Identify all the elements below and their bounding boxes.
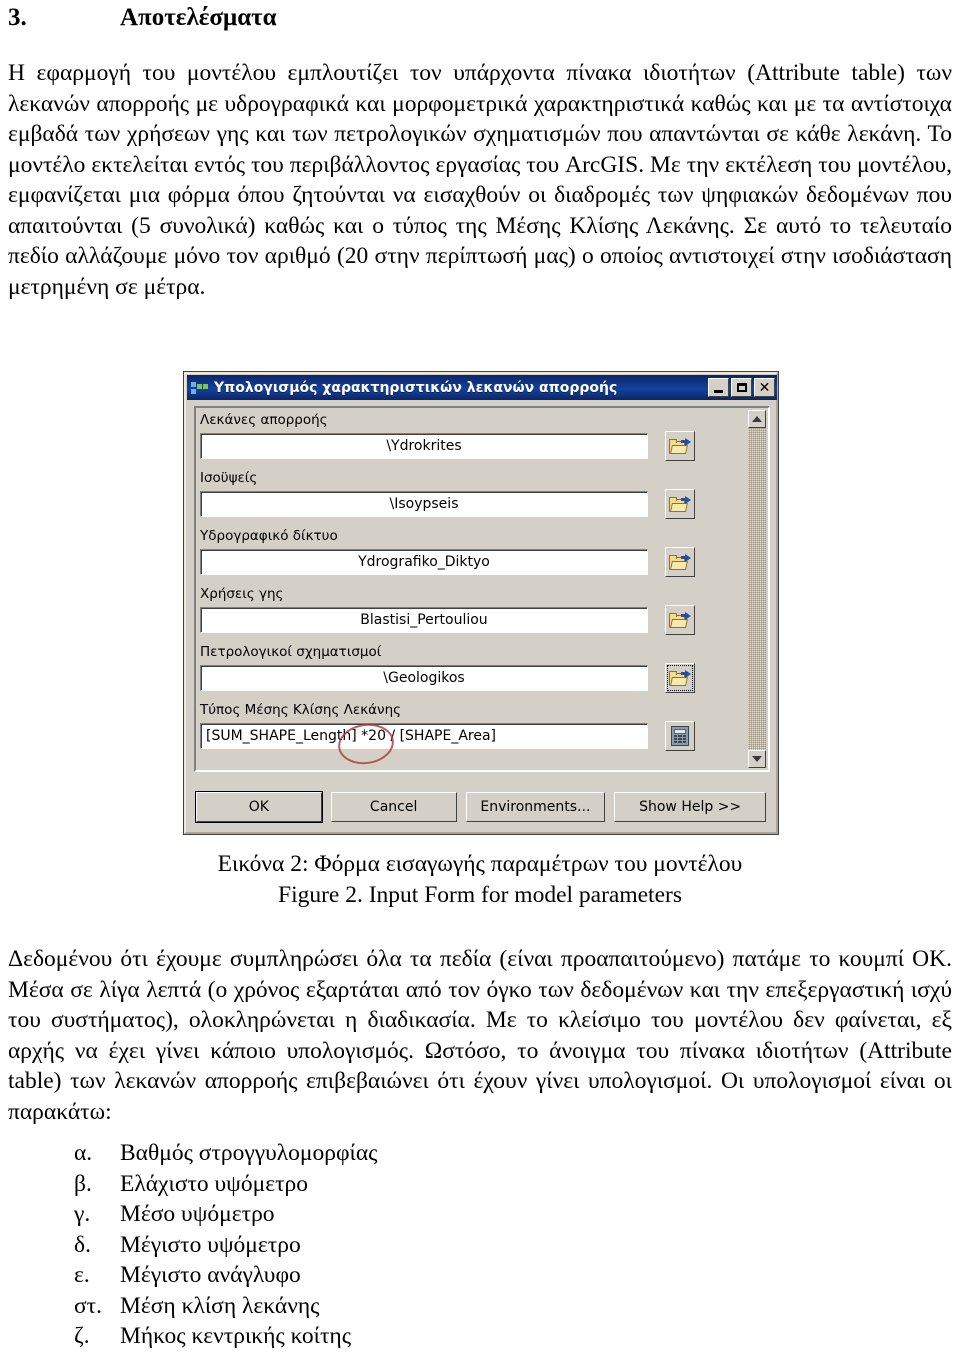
parameter-row: Υδρογραφικό δίκτυο Ydrografiko_Diktyo [200,527,745,585]
ok-button[interactable]: OK [195,791,323,823]
scroll-down-arrow-icon[interactable] [748,750,766,768]
arcgis-tool-dialog: Υπολογισμός χαρακτηριστικών λεκανών απορ… [183,371,779,835]
results-list: α. Βαθμός στρογγυλομορφίας β. Ελάχιστο υψό… [74,1138,674,1352]
cancel-button[interactable]: Cancel [330,792,457,822]
maximize-icon[interactable] [731,378,752,397]
browse-button[interactable] [665,489,695,519]
dialog-scrollbar[interactable] [748,410,766,768]
environments-button[interactable]: Environments... [465,792,606,822]
folder-open-icon [669,495,691,513]
folder-open-icon [669,553,691,571]
document-page: 3. Αποτελέσματα Η εφαρμογή του μοντέλου ε… [0,0,960,1349]
page-title: 3. Αποτελέσματα [8,4,277,32]
list-item: α. Βαθμός στρογγυλομορφίας [74,1138,674,1169]
list-text: Μέση κλίση λεκάνης [120,1292,320,1319]
field-label: Υδρογραφικό δίκτυο [200,528,338,544]
field-label: Τύπος Μέσης Κλίσης Λεκάνης [200,702,402,718]
field-label: Λεκάνες απορροής [200,412,328,428]
dialog-parameters-panel: Λεκάνες απορροής \Ydrokrites Ισοϋψείς \I… [194,406,770,772]
section-title: Αποτελέσματα [120,4,277,31]
parameter-row: Πετρολογικοί σχηματισμοί \Geologikos [200,643,745,701]
browse-button[interactable] [665,605,695,635]
hydrographic-network-input[interactable]: Ydrografiko_Diktyo [200,549,648,575]
watersheds-input[interactable]: \Ydrokrites [200,433,648,459]
close-icon[interactable]: ✕ [754,378,775,397]
calculator-button[interactable] [665,721,695,751]
folder-open-icon [669,611,691,629]
parameter-row: Τύπος Μέσης Κλίσης Λεκάνης [SUM_SHAPE_Le… [200,701,745,757]
land-use-input[interactable]: Blastisi_Pertouliou [200,607,648,633]
mean-slope-formula-input[interactable]: [SUM_SHAPE_Length] *20 / [SHAPE_Area] [200,723,648,749]
list-text: Μήκος κεντρικής κοίτης [120,1323,352,1349]
figure-caption-greek: Εικόνα 2: Φόρμα εισαγωγής παραμέτρων του… [217,851,743,877]
dialog-button-bar: OK Cancel Environments... Show Help >> [195,791,766,823]
folder-open-icon [669,437,691,455]
list-text: Μέγιστο ανάγλυφο [120,1262,301,1288]
list-item: δ. Μέγιστο υψόμετρο [74,1230,674,1261]
parameter-row: Λεκάνες απορροής \Ydrokrites [200,411,745,469]
paragraph-two: Δεδομένου ότι έχουμε συμπληρώσει όλα τα … [8,946,952,1125]
parameter-row: Ισοϋψείς \Isoypseis [200,469,745,527]
list-item: γ. Μέσο υψόμετρο [74,1199,674,1230]
list-text: Βαθμός στρογγυλομορφίας [120,1140,378,1166]
list-item: β. Ελάχιστο υψόμετρο [74,1169,674,1200]
window-controls: ✕ [708,378,775,397]
list-marker: δ. [74,1231,91,1258]
model-tool-icon [191,380,209,396]
parameter-row: Χρήσεις γης Blastisi_Pertouliou [200,585,745,643]
geological-formations-input[interactable]: \Geologikos [200,665,648,691]
parameter-list: Λεκάνες απορροής \Ydrokrites Ισοϋψείς \I… [200,411,745,767]
list-item: στ. Μέση κλίση λεκάνης [74,1291,674,1322]
list-text: Ελάχιστο υψόμετρο [120,1170,309,1197]
list-text: Μέσο υψόμετρο [120,1201,275,1227]
field-label: Χρήσεις γης [200,586,284,602]
show-help-button[interactable]: Show Help >> [614,792,766,822]
dialog-titlebar[interactable]: Υπολογισμός χαρακτηριστικών λεκανών απορ… [187,375,777,400]
list-marker: β. [74,1170,92,1197]
list-marker: στ. [74,1292,102,1319]
contours-input[interactable]: \Isoypseis [200,491,648,517]
browse-button[interactable] [665,547,695,577]
list-marker: γ. [74,1201,91,1227]
minimize-icon[interactable] [708,378,729,397]
section-number: 3. [8,4,27,31]
list-marker: ε. [74,1262,90,1288]
folder-open-icon [669,669,691,687]
list-item: ε. Μέγιστο ανάγλυφο [74,1260,674,1291]
list-text: Μέγιστο υψόμετρο [120,1231,301,1258]
figure-caption-english: Figure 2. Input Form for model parameter… [278,882,682,908]
scroll-up-arrow-icon[interactable] [748,410,766,428]
field-label: Πετρολογικοί σχηματισμοί [200,644,382,660]
figure-caption: Εικόνα 2: Φόρμα εισαγωγής παραμέτρων του… [0,849,960,911]
list-marker: α. [74,1140,93,1166]
browse-button[interactable] [665,431,695,461]
calculator-icon [671,726,689,746]
paragraph-one: Η εφαρμογή του μοντέλου εμπλουτίζει τον … [8,60,952,300]
scrollbar-track[interactable] [748,428,766,750]
field-label: Ισοϋψείς [200,470,258,486]
browse-button[interactable] [665,663,695,693]
dialog-title: Υπολογισμός χαρακτηριστικών λεκανών απορ… [214,379,618,396]
